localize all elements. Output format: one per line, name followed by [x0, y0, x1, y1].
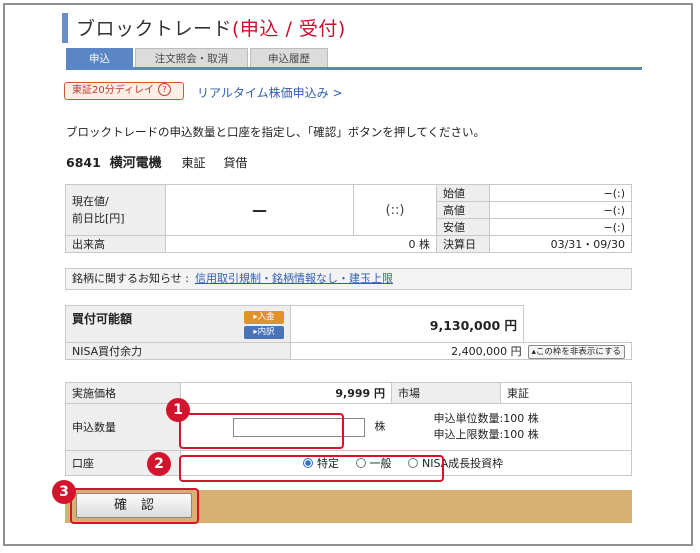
instruction-text: ブロックトレードの申込数量と口座を指定し、「確認」ボタンを押してください。 — [66, 125, 486, 139]
help-icon[interactable]: ? — [158, 83, 172, 96]
current-price-label: 現在値/前日比[円] — [65, 184, 166, 236]
unit-note: 申込単位数量:100 株 — [433, 412, 539, 425]
stock-notice: 銘柄に関するお知らせ : 信用取引規制・銘柄情報なし・建玉上限 — [65, 268, 632, 290]
tab-bar: 申込 注文照会・取消 申込履歴 — [66, 48, 328, 68]
stock-code: 6841 — [66, 155, 101, 170]
callout-box-account — [179, 455, 444, 482]
title-accent-bar — [62, 13, 68, 43]
stock-type: 貸借 — [223, 156, 248, 170]
tab-order-inquiry[interactable]: 注文照会・取消 — [135, 48, 248, 68]
callout-box-confirm — [70, 488, 199, 524]
settlement-label: 決算日 — [436, 235, 490, 253]
market-value: 東証 — [500, 382, 632, 404]
nisa-value: 2,400,000 円 — [451, 345, 522, 358]
detail-button[interactable]: ▸内訳 — [244, 325, 284, 339]
quote-table: 現在値/前日比[円] — (::) 始値 −(:) 高値 −(:) 安値 −(:… — [65, 184, 632, 253]
low-value: −(:) — [489, 218, 632, 236]
stock-name: 横河電機 — [109, 156, 162, 171]
limit-note: 申込上限数量:100 株 — [433, 428, 539, 441]
buying-power-value: 9,130,000 円 — [290, 305, 524, 343]
current-price-time: (::) — [353, 184, 437, 236]
delay-badge[interactable]: 東証20分ディレイ? — [64, 82, 184, 100]
tab-apply[interactable]: 申込 — [66, 48, 133, 68]
qty-label: 申込数量 — [65, 403, 181, 451]
tab-underline — [66, 67, 642, 70]
settlement-value: 03/31・09/30 — [489, 235, 632, 253]
qty-notes: 申込単位数量:100 株 申込上限数量:100 株 — [391, 403, 632, 451]
buying-power-label-cell: 買付可能額 ▸入金 ▸内訳 — [65, 305, 291, 343]
high-label: 高値 — [436, 201, 490, 219]
stock-market: 東証 — [181, 156, 206, 170]
high-value: −(:) — [489, 201, 632, 219]
low-label: 安値 — [436, 218, 490, 236]
tab-apply-history[interactable]: 申込履歴 — [250, 48, 328, 68]
nisa-label: NISA買付余力 — [65, 342, 291, 360]
buying-power-label: 買付可能額 — [72, 311, 133, 326]
deposit-button[interactable]: ▸入金 — [244, 310, 284, 324]
page-title: ブロックトレード(申込 / 受付) — [76, 18, 346, 40]
price-label: 実施価格 — [65, 382, 181, 404]
price-value: 9,999 円 — [180, 382, 392, 404]
open-value: −(:) — [489, 184, 632, 202]
open-label: 始値 — [436, 184, 490, 202]
callout-badge-2: 2 — [147, 452, 171, 476]
volume-value: 0 株 — [165, 235, 437, 253]
realtime-quote-link[interactable]: リアルタイム株価申込み > — [197, 84, 343, 101]
nisa-row: 2,400,000 円 ▴この枠を非表示にする — [290, 342, 632, 360]
callout-badge-3: 3 — [52, 480, 76, 504]
hide-frame-button[interactable]: ▴この枠を非表示にする — [527, 345, 625, 359]
notice-link[interactable]: 信用取引規制・銘柄情報なし・建玉上限 — [195, 272, 393, 285]
volume-label: 出来高 — [65, 235, 166, 253]
callout-badge-1: 1 — [166, 398, 190, 422]
stock-header: 6841 横河電機 東証 貸借 — [66, 152, 247, 171]
buying-power-table: 買付可能額 ▸入金 ▸内訳 9,130,000 円 NISA買付余力 2,400… — [65, 305, 632, 360]
callout-box-qty — [179, 413, 344, 449]
current-price-value: — — [165, 184, 354, 236]
qty-unit: 株 — [374, 420, 386, 433]
market-label: 市場 — [391, 382, 501, 404]
